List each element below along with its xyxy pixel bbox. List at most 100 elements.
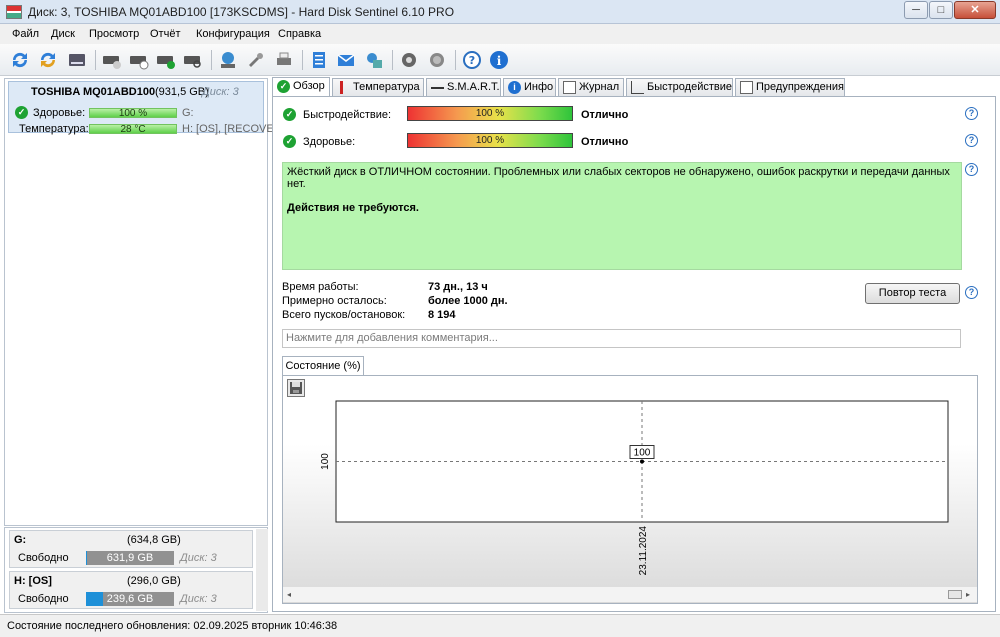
warning-doc-icon: [740, 81, 753, 94]
partition-free-label: Свободно: [18, 552, 69, 564]
disk-icon[interactable]: [66, 49, 88, 71]
thermometer-icon: [340, 81, 353, 94]
partition-g[interactable]: G: (634,8 GB) Свободно 631,9 GB Диск: 3: [9, 530, 253, 568]
menu-file[interactable]: Файл: [12, 28, 39, 40]
disk-temp-label: Температура:: [19, 123, 89, 135]
sound-icon[interactable]: [426, 49, 448, 71]
menu-view[interactable]: Просмотр: [89, 28, 139, 40]
tab-performance[interactable]: Быстродействие: [626, 78, 733, 96]
tab-overview[interactable]: ✓ Обзор: [272, 77, 330, 96]
data-point: [640, 459, 644, 464]
refresh-icon[interactable]: [9, 49, 31, 71]
settings-icon[interactable]: [398, 49, 420, 71]
help-icon[interactable]: ?: [965, 107, 978, 120]
disk-entry[interactable]: TOSHIBA MQ01ABD100 (931,5 GB) Диск: 3 ✓ …: [8, 81, 282, 135]
partition-disk: Диск: 3: [180, 593, 217, 605]
performance-bar: 100 %: [407, 106, 573, 121]
tab-info[interactable]: i Инфо: [503, 78, 556, 96]
disk-name: TOSHIBA MQ01ABD100: [31, 86, 156, 98]
svg-text:?: ?: [469, 54, 475, 67]
status-bar: Состояние последнего обновления: 02.09.2…: [0, 614, 1000, 637]
tab-strip: ✓ Обзор Температура S.M.A.R.T. i Инфо Журн…: [272, 77, 996, 96]
title-bar: Диск: 3, TOSHIBA MQ01ABD100 [173KSCDMS] …: [0, 0, 1000, 24]
menu-bar: Файл Диск Просмотр Отчёт Конфигурация Сп…: [0, 24, 1000, 44]
partitions-scrollbar[interactable]: [256, 529, 268, 611]
y-tick-label: 100: [320, 453, 331, 470]
menu-help[interactable]: Справка: [278, 28, 321, 40]
close-button[interactable]: ✕: [954, 1, 996, 19]
remaining-value: более 1000 дн.: [428, 295, 508, 307]
disk-size: (931,5 GB): [155, 86, 209, 98]
check-icon: ✓: [283, 135, 296, 148]
uptime-value: 73 дн., 13 ч: [428, 281, 488, 293]
tab-log[interactable]: Журнал: [558, 78, 624, 96]
health-rating: Отлично: [581, 136, 629, 148]
tools-icon[interactable]: [245, 49, 267, 71]
disk-list-pane: TOSHIBA MQ01ABD100 (931,5 GB) Диск: 3 ✓ …: [4, 78, 282, 526]
network-icon[interactable]: [217, 49, 239, 71]
info-icon[interactable]: i: [488, 49, 510, 71]
svg-text:i: i: [497, 54, 502, 68]
disk-ok-icon[interactable]: [155, 49, 177, 71]
status-message: Жёсткий диск в ОТЛИЧНОМ состоянии. Пробл…: [287, 166, 950, 190]
chart-frame: 100 23.11.2024 100 ◂ ▸: [282, 375, 978, 604]
log-icon: [563, 81, 576, 94]
health-bar: 100 %: [407, 133, 573, 148]
partition-free-label: Свободно: [18, 593, 69, 605]
help-icon[interactable]: ?: [965, 163, 978, 176]
tab-temperature[interactable]: Температура: [332, 78, 424, 96]
x-tick-label: 23.11.2024: [638, 526, 649, 576]
partitions-pane: G: (634,8 GB) Свободно 631,9 GB Диск: 3 …: [4, 527, 268, 613]
partition-size: (634,8 GB): [127, 534, 181, 546]
menu-configuration[interactable]: Конфигурация: [196, 28, 270, 40]
refresh-all-icon[interactable]: [37, 49, 59, 71]
partition-size: (296,0 GB): [127, 575, 181, 587]
disk-health-label: Здоровье:: [33, 107, 86, 119]
tab-smart[interactable]: S.M.A.R.T.: [426, 78, 501, 96]
remaining-label: Примерно осталось:: [282, 295, 387, 307]
uptime-label: Время работы:: [282, 281, 359, 293]
printer-icon[interactable]: [273, 49, 295, 71]
health-label: Здоровье:: [303, 136, 356, 148]
report-icon[interactable]: [308, 49, 330, 71]
window-title: Диск: 3, TOSHIBA MQ01ABD100 [173KSCDMS] …: [28, 5, 455, 19]
partition-disk: Диск: 3: [180, 552, 217, 564]
performance-rating: Отлично: [581, 109, 629, 121]
performance-label: Быстродействие:: [303, 109, 392, 121]
retest-button[interactable]: Повтор теста: [865, 283, 960, 304]
chart-icon: [631, 81, 644, 94]
starts-label: Всего пусков/остановок:: [282, 309, 406, 321]
partition-name: H: [OS]: [14, 575, 52, 587]
disk-temp-bar: 28 °C: [89, 124, 177, 135]
send-icon[interactable]: [363, 49, 385, 71]
info-icon: i: [508, 81, 521, 94]
status-text: Состояние последнего обновления: 02.09.2…: [7, 620, 338, 632]
help-icon[interactable]: ?: [965, 286, 978, 299]
check-icon: ✓: [15, 106, 28, 119]
help-icon[interactable]: ?: [965, 134, 978, 147]
partition-free-bar: 239,6 GB: [86, 592, 174, 606]
tab-alerts[interactable]: Предупреждения: [735, 78, 845, 96]
help-icon[interactable]: ?: [461, 49, 483, 71]
maximize-button[interactable]: □: [929, 1, 953, 19]
starts-value: 8 194: [428, 309, 456, 321]
disk-test-icon[interactable]: [128, 49, 150, 71]
disk-health-drive: G:: [182, 107, 194, 119]
chart-scrollbar[interactable]: ◂ ▸: [283, 586, 977, 602]
disk-search-icon[interactable]: [182, 49, 204, 71]
app-icon: [6, 5, 22, 19]
menu-report[interactable]: Отчёт: [150, 28, 180, 40]
menu-disk[interactable]: Диск: [51, 28, 75, 40]
tab-health-chart[interactable]: Состояние (%): [282, 356, 364, 375]
partition-free-bar: 631,9 GB: [86, 551, 174, 565]
minimize-button[interactable]: ─: [904, 1, 928, 19]
toolbar: ? i: [0, 44, 1000, 76]
disk-info-icon[interactable]: [101, 49, 123, 71]
partition-h[interactable]: H: [OS] (296,0 GB) Свободно 239,6 GB Дис…: [9, 571, 253, 609]
disk-number: Диск: 3: [202, 86, 239, 98]
check-icon: ✓: [283, 108, 296, 121]
mail-icon[interactable]: [335, 49, 357, 71]
comment-input[interactable]: Нажмите для добавления комментария...: [282, 329, 961, 348]
data-label: 100: [634, 448, 651, 459]
disk-temp-drives: H: [OS], [RECOVER: [182, 123, 282, 135]
